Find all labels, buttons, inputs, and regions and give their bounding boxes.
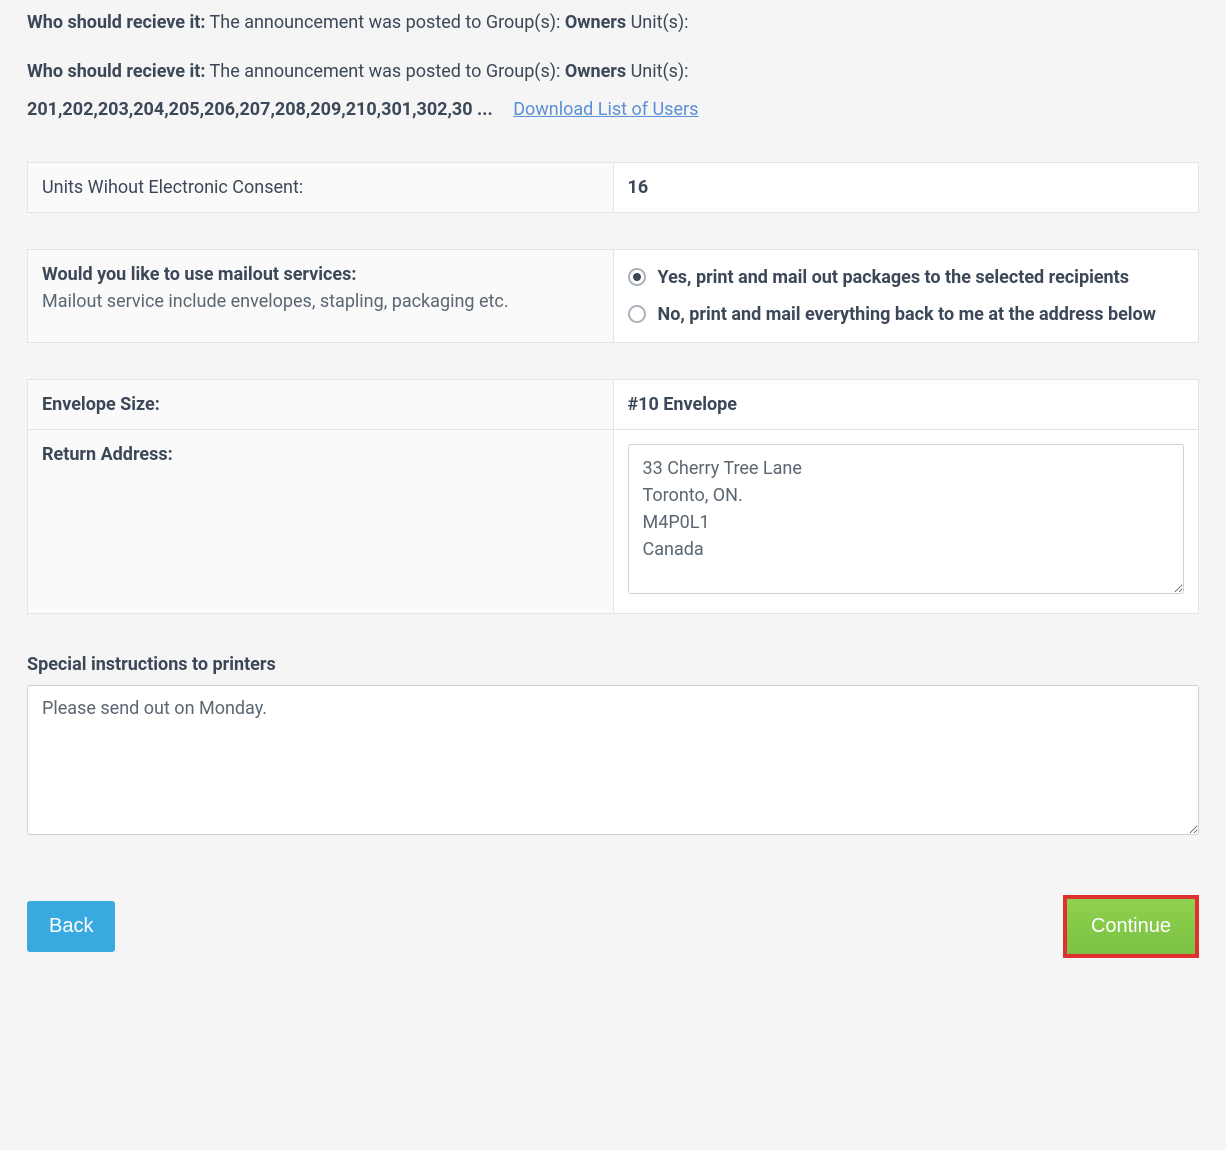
- who-receive-units-line: 201,202,203,204,205,206,207,208,209,210,…: [27, 95, 1199, 126]
- who-receive-line-1: Who should recieve it: The announcement …: [27, 8, 1199, 39]
- continue-button[interactable]: Continue: [1067, 899, 1195, 954]
- units-list: 201,202,203,204,205,206,207,208,209,210,…: [27, 99, 493, 120]
- mailout-option-yes[interactable]: Yes, print and mail out packages to the …: [628, 264, 1185, 291]
- consent-value-cell: 16: [613, 162, 1199, 212]
- who2-label: Who should recieve it:: [27, 61, 205, 82]
- who2-texta: The announcement was posted to Group(s):: [205, 61, 564, 82]
- mailout-option-no[interactable]: No, print and mail everything back to me…: [628, 301, 1185, 328]
- mailout-table: Would you like to use mailout services: …: [27, 249, 1199, 343]
- mailout-options-cell: Yes, print and mail out packages to the …: [613, 249, 1199, 342]
- radio-icon: [628, 268, 646, 286]
- return-address-value-cell: [613, 429, 1199, 613]
- return-address-label-cell: Return Address:: [28, 429, 614, 613]
- consent-label: Units Wihout Electronic Consent:: [42, 177, 303, 198]
- who-receive-line-2: Who should recieve it: The announcement …: [27, 57, 1199, 88]
- return-address-textarea[interactable]: [628, 444, 1185, 594]
- who1-owners: Owners: [565, 12, 626, 33]
- continue-highlight: Continue: [1063, 895, 1199, 958]
- envelope-value: #10 Envelope: [628, 394, 738, 415]
- instructions-label: Special instructions to printers: [27, 654, 1199, 675]
- download-list-link[interactable]: Download List of Users: [513, 99, 698, 120]
- mailout-question: Would you like to use mailout services:: [42, 264, 599, 285]
- radio-icon: [628, 305, 646, 323]
- consent-label-cell: Units Wihout Electronic Consent:: [28, 162, 614, 212]
- mailout-sub: Mailout service include envelopes, stapl…: [42, 291, 599, 312]
- consent-table: Units Wihout Electronic Consent: 16: [27, 162, 1199, 213]
- envelope-label: Envelope Size:: [42, 394, 160, 415]
- envelope-label-cell: Envelope Size:: [28, 379, 614, 429]
- who2-owners: Owners: [565, 61, 626, 82]
- mailout-yes-label: Yes, print and mail out packages to the …: [658, 264, 1185, 291]
- return-address-label: Return Address:: [42, 444, 173, 465]
- back-button[interactable]: Back: [27, 901, 115, 952]
- mailout-question-cell: Would you like to use mailout services: …: [28, 249, 614, 342]
- envelope-value-cell: #10 Envelope: [613, 379, 1199, 429]
- who1-texta: The announcement was posted to Group(s):: [205, 12, 564, 33]
- who2-textb: Unit(s):: [626, 61, 688, 82]
- mailout-no-label: No, print and mail everything back to me…: [658, 301, 1185, 328]
- details-table: Envelope Size: #10 Envelope Return Addre…: [27, 379, 1199, 614]
- who-label: Who should recieve it:: [27, 12, 205, 33]
- consent-value: 16: [628, 177, 649, 198]
- who1-textb: Unit(s):: [626, 12, 688, 33]
- instructions-textarea[interactable]: [27, 685, 1199, 835]
- button-row: Back Continue: [27, 895, 1199, 958]
